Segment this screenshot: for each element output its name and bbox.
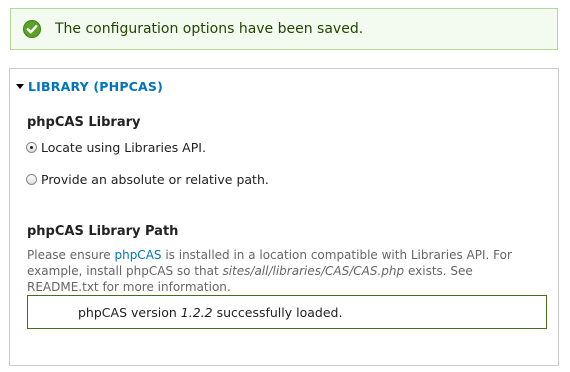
radio-label: Provide an absolute or relative path. <box>41 172 269 187</box>
library-path-example: sites/all/libraries/CAS/CAS.php <box>222 264 405 278</box>
radio-button-checked[interactable] <box>26 142 37 153</box>
library-title: phpCAS Library <box>27 115 141 130</box>
phpcas-link[interactable]: phpCAS <box>114 248 161 262</box>
status-message: The configuration options have been save… <box>10 8 558 50</box>
library-path-title: phpCAS Library Path <box>27 224 179 239</box>
checkmark-circle-icon <box>23 20 41 38</box>
radio-libraries-api[interactable]: Locate using Libraries API. <box>26 140 206 155</box>
status-text: The configuration options have been save… <box>55 21 364 37</box>
radio-label: Locate using Libraries API. <box>41 140 206 155</box>
phpcas-loaded-message: phpCAS version 1.2.2 successfully loaded… <box>27 295 547 329</box>
fieldset-legend[interactable]: LIBRARY (PHPCAS) <box>10 69 558 103</box>
phpcas-version: 1.2.2 <box>180 304 213 320</box>
fieldset-toggle-link[interactable]: LIBRARY (PHPCAS) <box>28 79 163 94</box>
radio-button[interactable] <box>26 174 37 185</box>
library-path-description: Please ensure phpCAS is installed in a l… <box>27 248 512 294</box>
radio-custom-path[interactable]: Provide an absolute or relative path. <box>26 172 269 187</box>
collapse-arrow-icon[interactable] <box>16 84 24 89</box>
library-fieldset: LIBRARY (PHPCAS) phpCAS Library Locate u… <box>9 68 559 366</box>
